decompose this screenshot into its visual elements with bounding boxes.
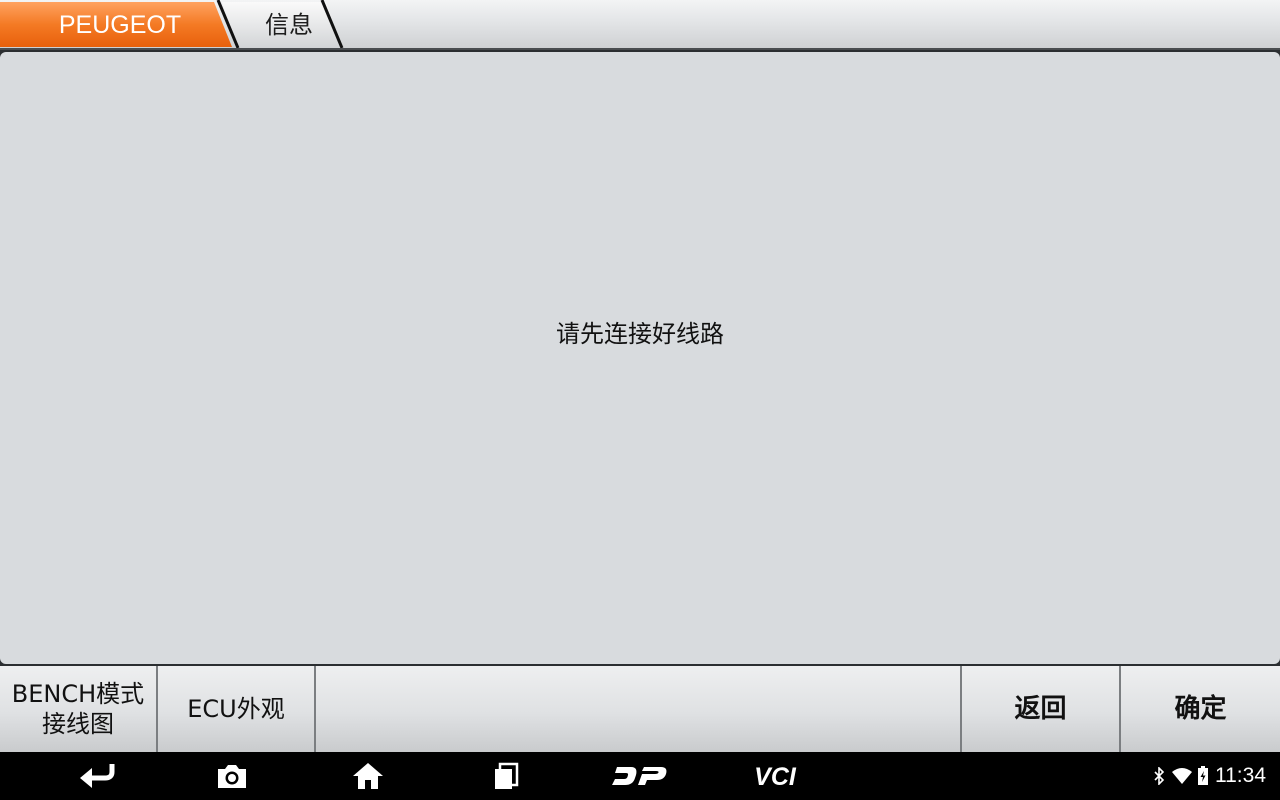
confirm-button[interactable]: 确定 <box>1121 666 1280 752</box>
breadcrumb: PEUGEOT 信息 <box>0 0 1280 50</box>
info-message: 请先连接好线路 <box>556 320 724 348</box>
vci-text: VCI <box>754 764 797 788</box>
back-icon[interactable] <box>72 752 122 800</box>
confirm-label: 确定 <box>1174 694 1227 724</box>
back-button[interactable]: 返回 <box>962 666 1121 752</box>
battery-icon <box>1198 766 1208 785</box>
bench-wiring-button[interactable]: BENCH模式 接线图 <box>0 666 158 752</box>
breadcrumb-current-page: 信息 <box>265 11 313 39</box>
bench-wiring-label-1: BENCH模式 <box>11 680 145 708</box>
breadcrumb-brand[interactable]: PEUGEOT <box>22 0 218 48</box>
bench-wiring-label-2: 接线图 <box>42 710 114 738</box>
back-label: 返回 <box>1014 694 1067 724</box>
recents-icon[interactable] <box>484 752 528 800</box>
screen: PEUGEOT 信息 请先连接好线路 BENCH模式 接线图 ECU外观 返回 … <box>0 0 1280 800</box>
wifi-icon <box>1172 768 1192 784</box>
vci-icon[interactable]: VCI <box>742 752 808 800</box>
bluetooth-icon <box>1154 767 1165 785</box>
status-area: 11:34 <box>1153 752 1266 800</box>
home-icon[interactable] <box>346 752 390 800</box>
dp-icon[interactable] <box>608 752 672 800</box>
function-button-bar: BENCH模式 接线图 ECU外观 返回 确定 <box>0 666 1280 752</box>
ecu-appearance-label: ECU外观 <box>187 695 285 723</box>
content-panel: 请先连接好线路 <box>0 52 1280 664</box>
camera-icon[interactable] <box>210 752 254 800</box>
system-nav-bar: VCI 11:34 <box>0 752 1280 800</box>
ecu-appearance-button[interactable]: ECU外观 <box>158 666 316 752</box>
clock: 11:34 <box>1215 764 1266 787</box>
button-bar-spacer <box>316 666 962 752</box>
